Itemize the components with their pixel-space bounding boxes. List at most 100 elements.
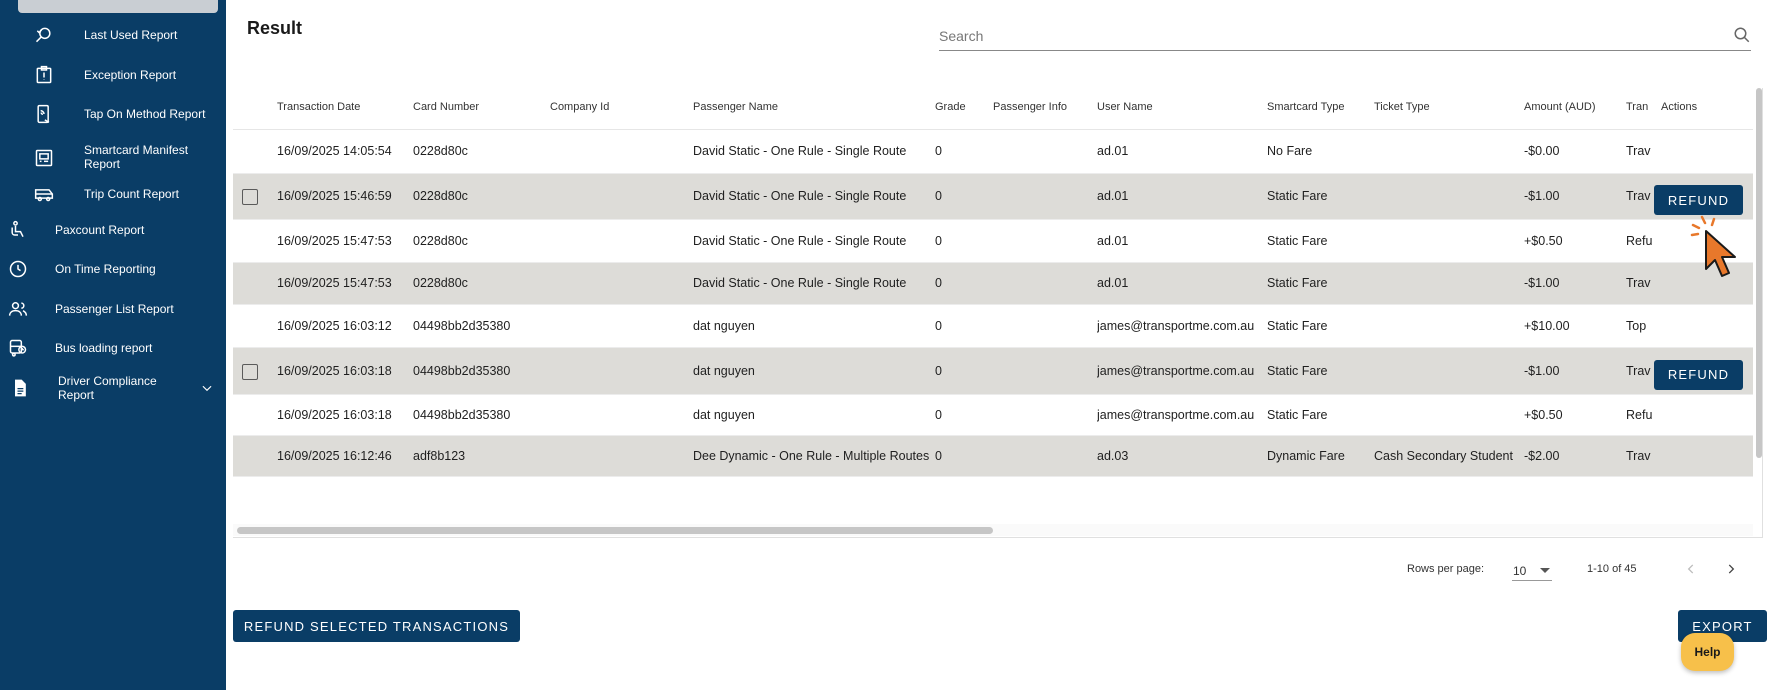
column-header-passenger-name[interactable]: Passenger Name <box>693 101 778 113</box>
sidebar-item-trip-count-report[interactable]: Trip Count Report <box>0 183 226 205</box>
chevron-down-icon[interactable] <box>200 381 214 395</box>
document-icon <box>9 377 31 399</box>
column-header-smartcard-type[interactable]: Smartcard Type <box>1267 101 1344 113</box>
column-header-amount[interactable]: Amount (AUD) <box>1524 101 1596 113</box>
card-number-cell: 0228d80c <box>413 144 468 158</box>
pagination-range: 1-10 of 45 <box>1587 563 1637 575</box>
sidebar-item-driver-compliance-report[interactable]: Driver Compliance Report <box>0 372 226 404</box>
exception-icon <box>33 64 55 86</box>
main-content: Result Transaction Date Card Number Comp… <box>226 0 1772 690</box>
smartcard-icon <box>33 147 55 169</box>
sidebar-item-label: Passenger List Report <box>55 302 174 316</box>
sidebar-item-label: Exception Report <box>84 68 177 82</box>
rows-per-page-select[interactable]: 10 <box>1512 559 1552 581</box>
sidebar-item-label: Driver Compliance Report <box>58 374 157 402</box>
amount-cell: +$0.50 <box>1524 233 1563 248</box>
table-row[interactable]: 16/09/2025 16:03:12 04498bb2d35380 dat ngu… <box>233 305 1753 348</box>
transaction-date-cell: 16/09/2025 15:47:53 <box>277 276 392 290</box>
passenger-icon <box>7 219 29 241</box>
sidebar-item-last-used-report[interactable]: Last Used Report <box>0 24 226 46</box>
transaction-type-cell: Refu <box>1626 233 1652 248</box>
smartcard-type-cell: Dynamic Fare <box>1267 448 1345 463</box>
bus-loading-icon <box>7 337 29 359</box>
table-row[interactable]: 16/09/2025 16:12:46 adf8b123 Dee Dynamic -… <box>233 436 1753 477</box>
grade-cell: 0 <box>935 233 942 248</box>
search-box <box>939 22 1751 51</box>
sidebar-item-label: Smartcard Manifest Report <box>84 143 189 171</box>
sidebar-item-smartcard-manifest-report[interactable]: Smartcard Manifest Report <box>0 142 226 174</box>
vertical-scroll-thumb[interactable] <box>1756 88 1762 458</box>
smartcard-type-cell: Static Fare <box>1267 189 1328 203</box>
refund-button[interactable]: REFUND <box>1654 359 1743 390</box>
table-row[interactable]: 16/09/2025 15:47:53 0228d80c David Static … <box>233 263 1753 305</box>
sidebar-active-item[interactable] <box>18 0 218 13</box>
table-row[interactable]: 16/09/2025 15:46:59 0228d80c David Static … <box>233 174 1753 220</box>
clock-icon <box>7 258 29 280</box>
row-select-checkbox[interactable] <box>242 189 258 205</box>
chevron-left-icon <box>1687 564 1694 574</box>
grade-cell: 0 <box>935 363 942 378</box>
table-row[interactable]: 16/09/2025 14:05:54 0228d80c David Static … <box>233 130 1753 174</box>
table-row[interactable]: 16/09/2025 15:47:53 0228d80c David Static … <box>233 220 1753 263</box>
sidebar-item-passenger-list-report[interactable]: Passenger List Report <box>0 298 226 320</box>
amount-cell: +$0.50 <box>1524 407 1563 422</box>
transaction-type-cell: Top <box>1626 318 1647 333</box>
smartcard-type-cell: Static Fare <box>1267 407 1328 422</box>
user-name-cell: james@transportme.com.au <box>1097 407 1255 422</box>
refund-button[interactable]: REFUND <box>1654 185 1743 215</box>
column-header-actions: Actions <box>1661 101 1698 113</box>
sidebar-item-label: Trip Count Report <box>84 187 179 201</box>
column-header-company-id[interactable]: Company Id <box>550 101 609 113</box>
bus-icon <box>33 183 55 205</box>
user-name-cell: ad.01 <box>1097 276 1129 290</box>
sidebar-item-label: Paxcount Report <box>55 223 145 237</box>
card-number-cell: 04498bb2d35380 <box>413 363 511 378</box>
card-number-cell: 04498bb2d35380 <box>413 407 511 422</box>
column-header-transaction-type[interactable]: Tran <box>1626 101 1656 113</box>
column-header-card-number[interactable]: Card Number <box>413 101 479 113</box>
transaction-date-cell: 16/09/2025 15:47:53 <box>277 233 392 248</box>
user-name-cell: ad.03 <box>1097 448 1129 463</box>
grade-cell: 0 <box>935 448 942 463</box>
search-icon[interactable] <box>1733 26 1751 44</box>
column-header-ticket-type[interactable]: Ticket Type <box>1374 101 1430 113</box>
transaction-type-cell: Trav <box>1626 448 1651 463</box>
chevron-right-icon <box>1728 564 1735 574</box>
grade-cell: 0 <box>935 189 942 203</box>
results-table: Transaction Date Card Number Company Id … <box>233 88 1763 538</box>
card-number-cell: adf8b123 <box>413 448 466 463</box>
sidebar-item-exception-report[interactable]: Exception Report <box>0 64 226 86</box>
refund-selected-transactions-button[interactable]: REFUND SELECTED TRANSACTIONS <box>233 610 520 642</box>
sidebar-item-tap-on-method-report[interactable]: Tap On Method Report <box>0 103 226 125</box>
smartcard-type-cell: Static Fare <box>1267 318 1328 333</box>
help-button[interactable]: Help <box>1681 633 1734 671</box>
smartcard-type-cell: Static Fare <box>1267 233 1328 248</box>
transaction-type-cell: Trav <box>1626 276 1651 290</box>
transaction-type-cell: Trav <box>1626 144 1651 158</box>
column-header-grade[interactable]: Grade <box>935 101 966 113</box>
next-page-button[interactable] <box>1721 559 1741 579</box>
search-history-icon <box>33 24 55 46</box>
rows-per-page-label: Rows per page: <box>1407 563 1485 575</box>
amount-cell: -$2.00 <box>1524 448 1560 463</box>
column-header-user-name[interactable]: User Name <box>1097 101 1153 113</box>
sidebar-item-bus-loading-report[interactable]: Bus loading report <box>0 337 226 359</box>
amount-cell: -$0.00 <box>1524 144 1560 158</box>
sidebar-item-paxcount-report[interactable]: Paxcount Report <box>0 219 226 241</box>
passenger-name-cell: Dee Dynamic - One Rule - Multiple Routes <box>693 448 930 463</box>
previous-page-button[interactable] <box>1681 559 1701 579</box>
passenger-name-cell: dat nguyen <box>693 363 755 378</box>
table-row[interactable]: 16/09/2025 16:03:18 04498bb2d35380 dat ngu… <box>233 348 1753 395</box>
grade-cell: 0 <box>935 318 942 333</box>
rows-per-page-value: 10 <box>1513 564 1527 578</box>
smartcard-type-cell: Static Fare <box>1267 363 1328 378</box>
column-header-transaction-date[interactable]: Transaction Date <box>277 101 360 113</box>
table-row[interactable]: 16/09/2025 16:03:18 04498bb2d35380 dat ngu… <box>233 395 1753 436</box>
sidebar-item-on-time-reporting[interactable]: On Time Reporting <box>0 258 226 280</box>
horizontal-scroll-thumb[interactable] <box>237 527 993 534</box>
grade-cell: 0 <box>935 276 942 290</box>
row-select-checkbox[interactable] <box>242 363 258 380</box>
search-input[interactable] <box>939 26 1699 46</box>
column-header-passenger-info[interactable]: Passenger Info <box>993 101 1067 113</box>
amount-cell: -$1.00 <box>1524 363 1560 378</box>
